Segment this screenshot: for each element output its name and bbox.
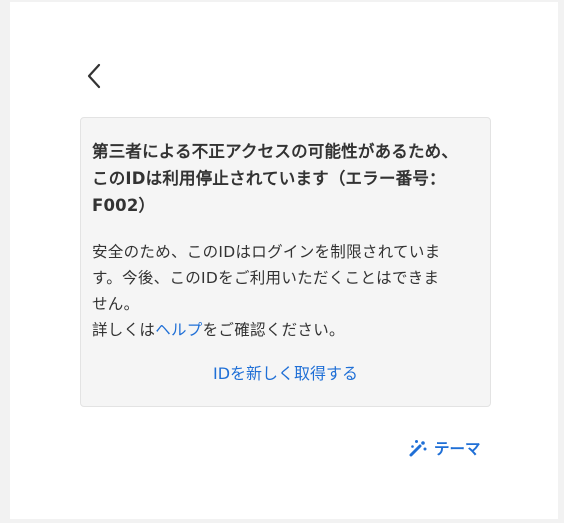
error-code: F002） xyxy=(92,196,156,215)
error-card: 第三者による不正アクセスの可能性があるため、 このIDは利用停止されています（エ… xyxy=(80,117,491,407)
help-link[interactable]: ヘルプ xyxy=(155,321,202,339)
magic-wand-icon xyxy=(409,440,427,457)
error-title: 第三者による不正アクセスの可能性があるため、 このIDは利用停止されています（エ… xyxy=(92,138,478,219)
error-title-line: このIDは利用停止されています（エラー番号： xyxy=(92,169,446,188)
get-new-id-link[interactable]: IDを新しく取得する xyxy=(81,362,490,386)
error-message-line: す。今後、このIDをご利用いただくことはできま xyxy=(92,269,440,287)
theme-button[interactable]: テーマ xyxy=(408,436,481,460)
error-message-text: をご確認ください。 xyxy=(202,321,345,339)
back-button[interactable] xyxy=(78,60,110,92)
error-message-line: せん。 xyxy=(92,295,140,313)
error-message-text: 詳しくは xyxy=(92,321,156,339)
error-message: 安全のため、このIDはログインを制限されていま す。今後、このIDをご利用いただ… xyxy=(92,239,478,343)
error-title-line: 第三者による不正アクセスの可能性があるため、 xyxy=(92,142,459,161)
error-message-line: 安全のため、このIDはログインを制限されていま xyxy=(92,243,441,261)
theme-label: テーマ xyxy=(434,440,481,458)
chevron-left-icon xyxy=(87,63,101,89)
